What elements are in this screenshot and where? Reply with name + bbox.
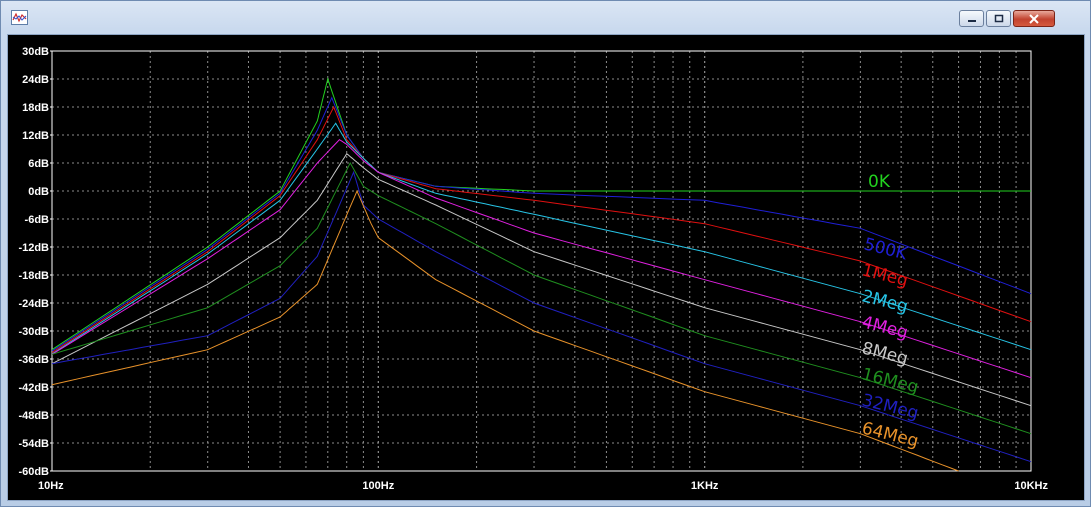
series-label-0k: 0K [868, 172, 891, 192]
x-tick-label: 10KHz [1014, 480, 1048, 492]
y-tick-label: 18dB [22, 102, 49, 114]
y-tick-label: -18dB [18, 270, 49, 282]
y-tick-label: -30dB [18, 326, 49, 338]
close-button[interactable] [1013, 10, 1055, 27]
y-tick-label: -36dB [18, 354, 49, 366]
series-label-500k: 500K [862, 234, 910, 264]
minimize-icon [967, 19, 976, 22]
x-axis: 10Hz 100Hz 1KHz 10KHz [38, 480, 1048, 492]
y-tick-label: -54dB [18, 438, 49, 450]
x-tick-label: 10Hz [38, 480, 64, 492]
y-tick-label: -48dB [18, 410, 49, 422]
bode-plot[interactable]: 30dB 24dB 18dB 12dB 6dB 0dB -6dB -12dB -18dB -24d… [8, 35, 1084, 500]
x-tick-label: 100Hz [362, 480, 394, 492]
x-tick-label: 1KHz [691, 480, 719, 492]
y-tick-label: 12dB [22, 130, 49, 142]
series-labels: 0K500K1Meg2Meg4Meg8Meg16Meg32Meg64Meg [860, 172, 921, 452]
app-window: 30dB 24dB 18dB 12dB 6dB 0dB -6dB -12dB -18dB -24d… [0, 0, 1091, 507]
plot-panel[interactable]: 30dB 24dB 18dB 12dB 6dB 0dB -6dB -12dB -18dB -24d… [7, 34, 1085, 501]
y-tick-label: 24dB [22, 74, 49, 86]
y-tick-label: 0dB [28, 186, 49, 198]
series-line-1meg [51, 105, 1032, 353]
y-tick-label: -42dB [18, 382, 49, 394]
y-axis: 30dB 24dB 18dB 12dB 6dB 0dB -6dB -12dB -18dB -24d… [18, 46, 52, 478]
y-tick-label: 6dB [28, 158, 49, 170]
y-tick-label: 30dB [22, 46, 49, 58]
y-tick-label: -12dB [18, 242, 49, 254]
title-bar[interactable] [1, 1, 1090, 34]
y-tick-label: -6dB [25, 214, 50, 226]
maximize-button[interactable] [986, 10, 1011, 27]
y-tick-label: -60dB [18, 466, 49, 478]
maximize-icon [994, 14, 1003, 23]
y-tick-label: -24dB [18, 298, 49, 310]
window-controls [959, 10, 1055, 28]
waveform-app-icon [11, 10, 28, 25]
close-icon [1029, 13, 1039, 24]
series-line-500k [51, 96, 1032, 352]
series-label-64meg: 64Meg [860, 418, 921, 451]
minimize-button[interactable] [959, 10, 984, 27]
